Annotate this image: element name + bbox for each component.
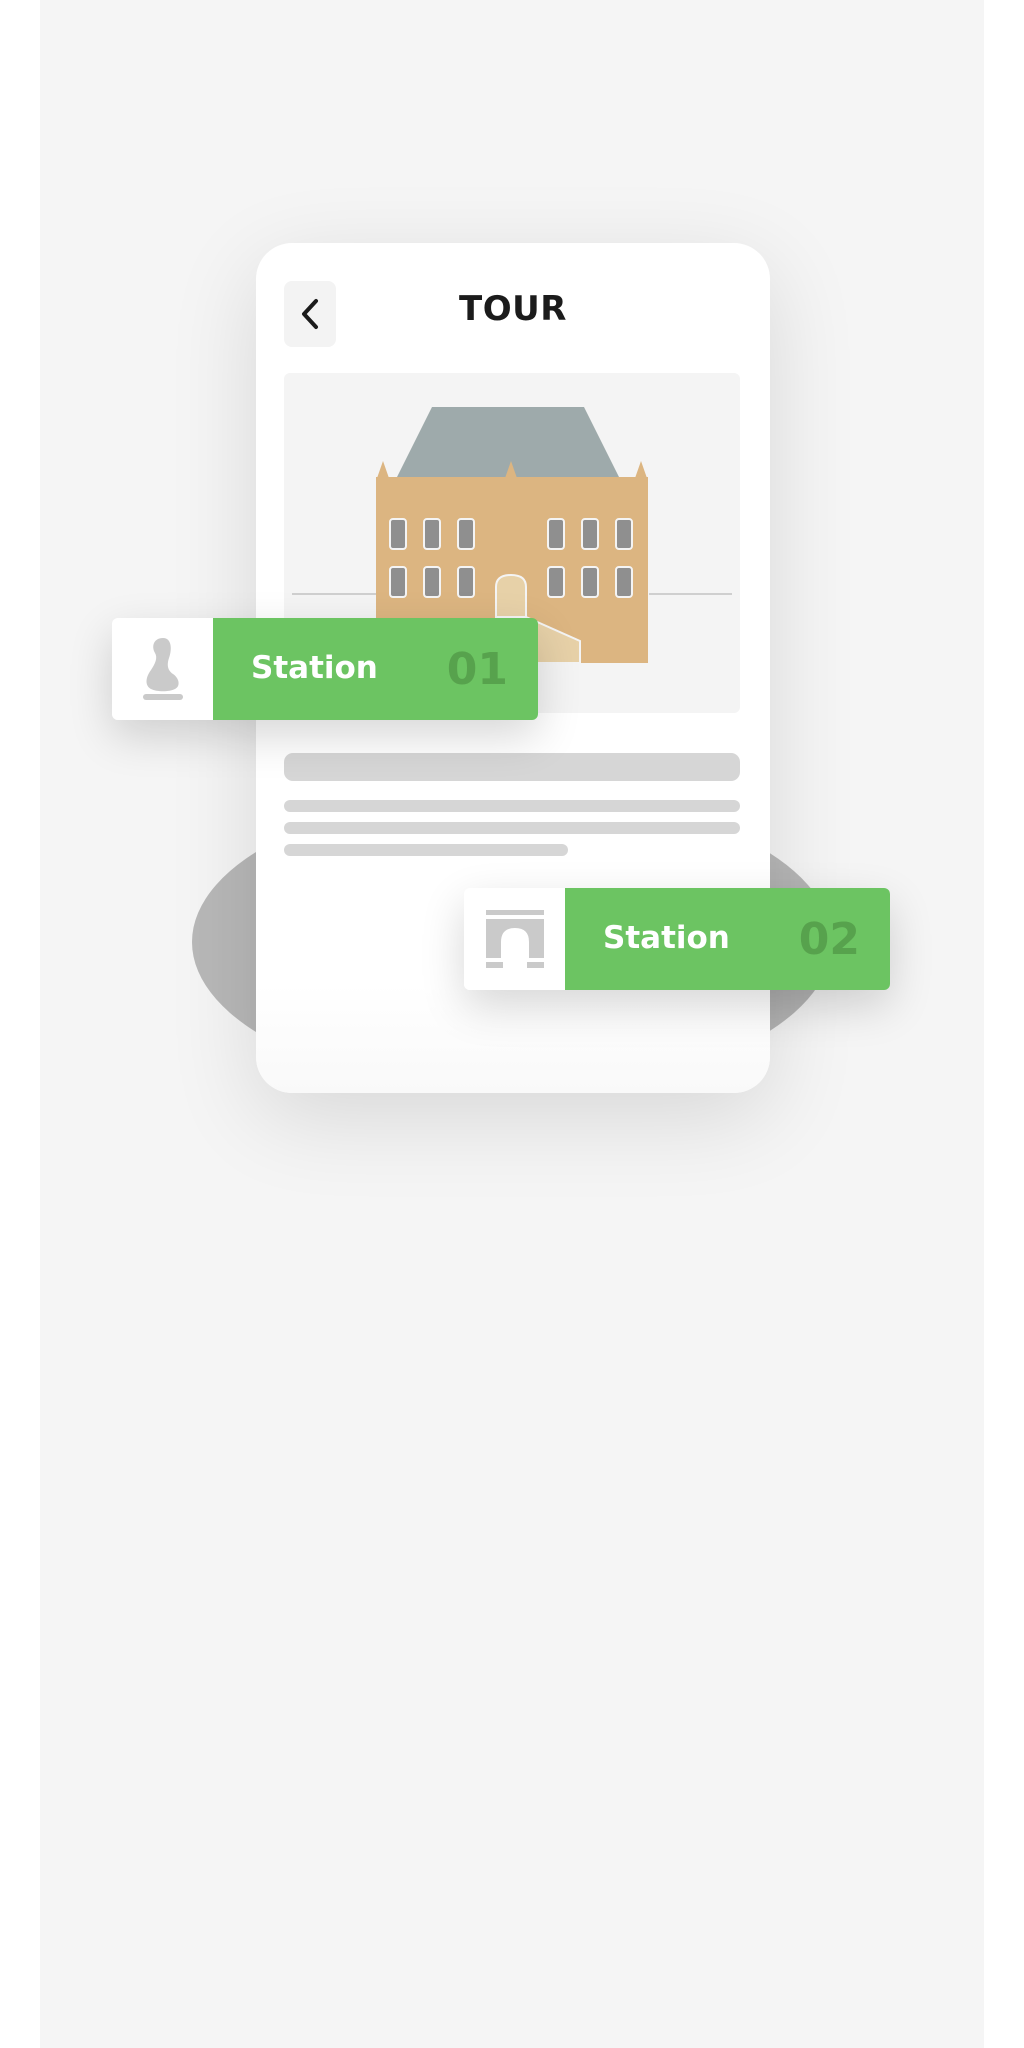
content-line-placeholder — [284, 822, 740, 834]
station-icon-box — [464, 888, 565, 990]
station-icon-box — [112, 618, 213, 720]
content-title-placeholder — [284, 753, 740, 781]
station-label: Station — [603, 920, 730, 956]
content-line-placeholder — [284, 800, 740, 812]
statue-icon — [142, 638, 183, 700]
arch-icon — [485, 910, 544, 968]
back-button[interactable] — [284, 281, 336, 347]
station-number: 01 — [446, 644, 508, 695]
station-card-01[interactable]: Station 01 — [112, 618, 538, 720]
station-label: Station — [251, 650, 378, 686]
station-number: 02 — [798, 914, 860, 965]
station-label-bar: Station 02 — [565, 888, 890, 990]
chevron-left-icon — [302, 299, 318, 329]
station-card-02[interactable]: Station 02 — [464, 888, 890, 990]
phone-bottom-fade — [256, 983, 770, 1093]
content-line-placeholder — [284, 844, 568, 856]
page-title: TOUR — [459, 289, 567, 329]
station-label-bar: Station 01 — [213, 618, 538, 720]
